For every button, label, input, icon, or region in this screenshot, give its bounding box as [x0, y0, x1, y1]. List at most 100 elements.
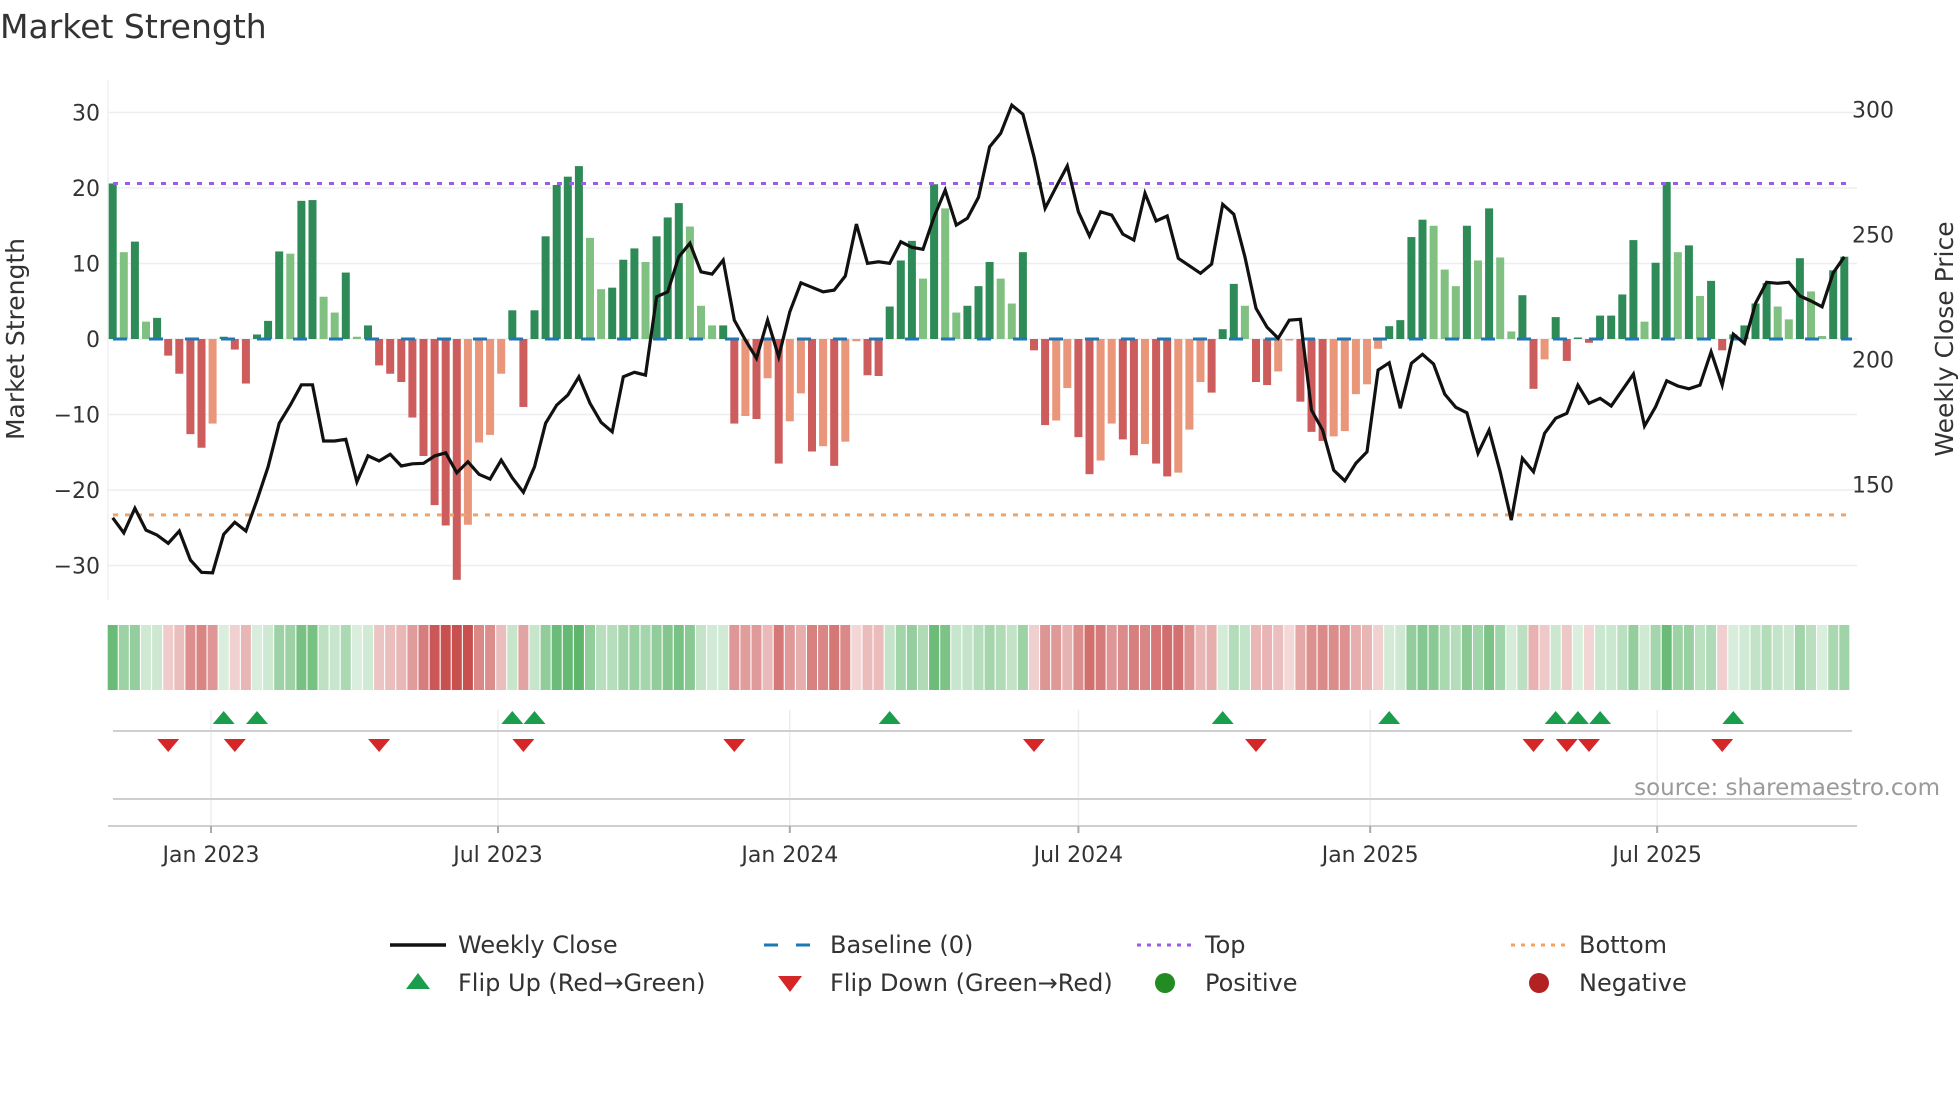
- strength-bar: [552, 184, 561, 339]
- heat-cell: [185, 625, 196, 690]
- strength-bar: [1329, 339, 1338, 437]
- strength-bar: [1185, 339, 1194, 430]
- strength-bar: [452, 339, 461, 580]
- heat-cell: [1806, 625, 1816, 690]
- heat-cell: [940, 625, 951, 690]
- strength-bar: [1762, 283, 1771, 339]
- heat-cell: [1428, 625, 1439, 690]
- heat-cell: [751, 625, 762, 690]
- heat-cell: [1128, 625, 1139, 690]
- strength-bar: [608, 287, 617, 339]
- strength-bar: [264, 320, 273, 339]
- heat-cell: [1073, 625, 1084, 690]
- strength-bar: [1451, 286, 1460, 339]
- strength-bar: [230, 339, 239, 350]
- legend-label-weekly-close: Weekly Close: [458, 931, 618, 959]
- circle-icon: [1529, 973, 1549, 993]
- strength-bar: [397, 339, 406, 383]
- heat-cell: [585, 625, 595, 690]
- left-axis-title: Market Strength: [1, 238, 30, 440]
- strength-bar: [719, 325, 728, 339]
- strength-bar: [508, 310, 517, 339]
- flip-down-marker: [1711, 739, 1734, 752]
- strength-bar: [241, 339, 250, 384]
- heat-cell: [1384, 625, 1395, 690]
- strength-bar: [486, 339, 495, 435]
- heat-cell: [829, 625, 840, 690]
- strength-bar: [597, 289, 606, 339]
- strength-bar: [1540, 339, 1549, 360]
- heat-cell: [1417, 625, 1428, 690]
- y-tick-label: −30: [54, 555, 100, 580]
- flip-down-marker: [157, 739, 180, 752]
- flip-up-marker: [878, 711, 901, 724]
- heat-cell: [1251, 625, 1261, 690]
- strength-bar: [1529, 339, 1538, 389]
- right-axis-title: Weekly Close Price: [1930, 221, 1959, 456]
- x-tick-label: Jan 2025: [1320, 843, 1419, 868]
- heat-cell: [1140, 625, 1150, 690]
- flip-up-marker: [1211, 711, 1234, 724]
- strength-bar: [1085, 339, 1094, 475]
- strength-bar: [974, 286, 983, 339]
- strength-bar: [808, 339, 816, 452]
- strength-bar: [1129, 339, 1138, 456]
- heat-cell: [1406, 625, 1417, 690]
- x-tick-label: Jan 2024: [739, 843, 838, 868]
- strength-bar: [1107, 339, 1116, 424]
- legend: Weekly Close Baseline (0) Top Bottom Flip Up…: [390, 931, 1687, 997]
- heat-cell: [1661, 625, 1672, 690]
- strength-bar: [852, 339, 861, 342]
- heat-cell: [1206, 625, 1217, 690]
- strength-bar: [341, 272, 350, 339]
- heat-cell: [529, 625, 540, 690]
- heat-cell: [351, 625, 362, 690]
- heat-cell: [1528, 625, 1539, 690]
- strength-bar: [1673, 252, 1682, 339]
- heat-cell: [1650, 625, 1661, 690]
- strength-bar: [1396, 320, 1405, 339]
- strength-bar: [375, 339, 384, 366]
- strength-bar: [463, 339, 472, 525]
- heat-cell: [263, 625, 274, 690]
- strength-bar: [1407, 237, 1416, 339]
- heat-cell: [873, 625, 884, 690]
- x-axis: Jan 2023 Jul 2023 Jan 2024 Jul 2024 Jan 2025…: [108, 825, 1857, 868]
- strength-bar: [1429, 225, 1438, 339]
- heat-cell: [152, 625, 163, 690]
- heat-cell: [1273, 625, 1284, 690]
- y-tick-label: 10: [72, 253, 100, 278]
- circle-icon: [1155, 973, 1175, 993]
- heat-cell: [1439, 625, 1450, 690]
- heat-cell: [818, 625, 829, 690]
- strength-bar: [319, 296, 328, 339]
- strength-bar: [1618, 294, 1627, 339]
- heat-cell: [1106, 625, 1117, 690]
- strength-bar: [530, 310, 539, 339]
- strength-bar: [108, 183, 117, 339]
- strength-bar: [952, 312, 961, 339]
- heat-cell: [1628, 625, 1639, 690]
- right-axis-ticks: 300 250 200 150: [1852, 98, 1894, 498]
- strength-bar: [1285, 339, 1294, 341]
- heat-cell: [1706, 625, 1717, 690]
- strength-bar: [1007, 303, 1016, 339]
- heat-cell: [784, 625, 795, 690]
- strength-bar: [963, 305, 972, 339]
- y2-tick-label: 200: [1852, 348, 1894, 373]
- strength-bar: [186, 339, 195, 435]
- flip-up-marker: [1378, 711, 1401, 724]
- y-tick-label: −20: [54, 479, 100, 504]
- heat-cell: [1495, 625, 1506, 690]
- heat-cell: [1595, 625, 1606, 690]
- strength-bar: [641, 261, 650, 339]
- strength-bar: [1662, 181, 1671, 339]
- legend-label-negative: Negative: [1579, 969, 1687, 997]
- strength-bars: [108, 166, 1849, 580]
- strength-bar: [919, 278, 927, 339]
- heat-cell: [651, 625, 662, 690]
- x-tick-label: Jul 2025: [1610, 843, 1702, 868]
- strength-bar: [1507, 331, 1516, 339]
- strength-bar: [907, 240, 916, 339]
- heat-cell: [929, 625, 940, 690]
